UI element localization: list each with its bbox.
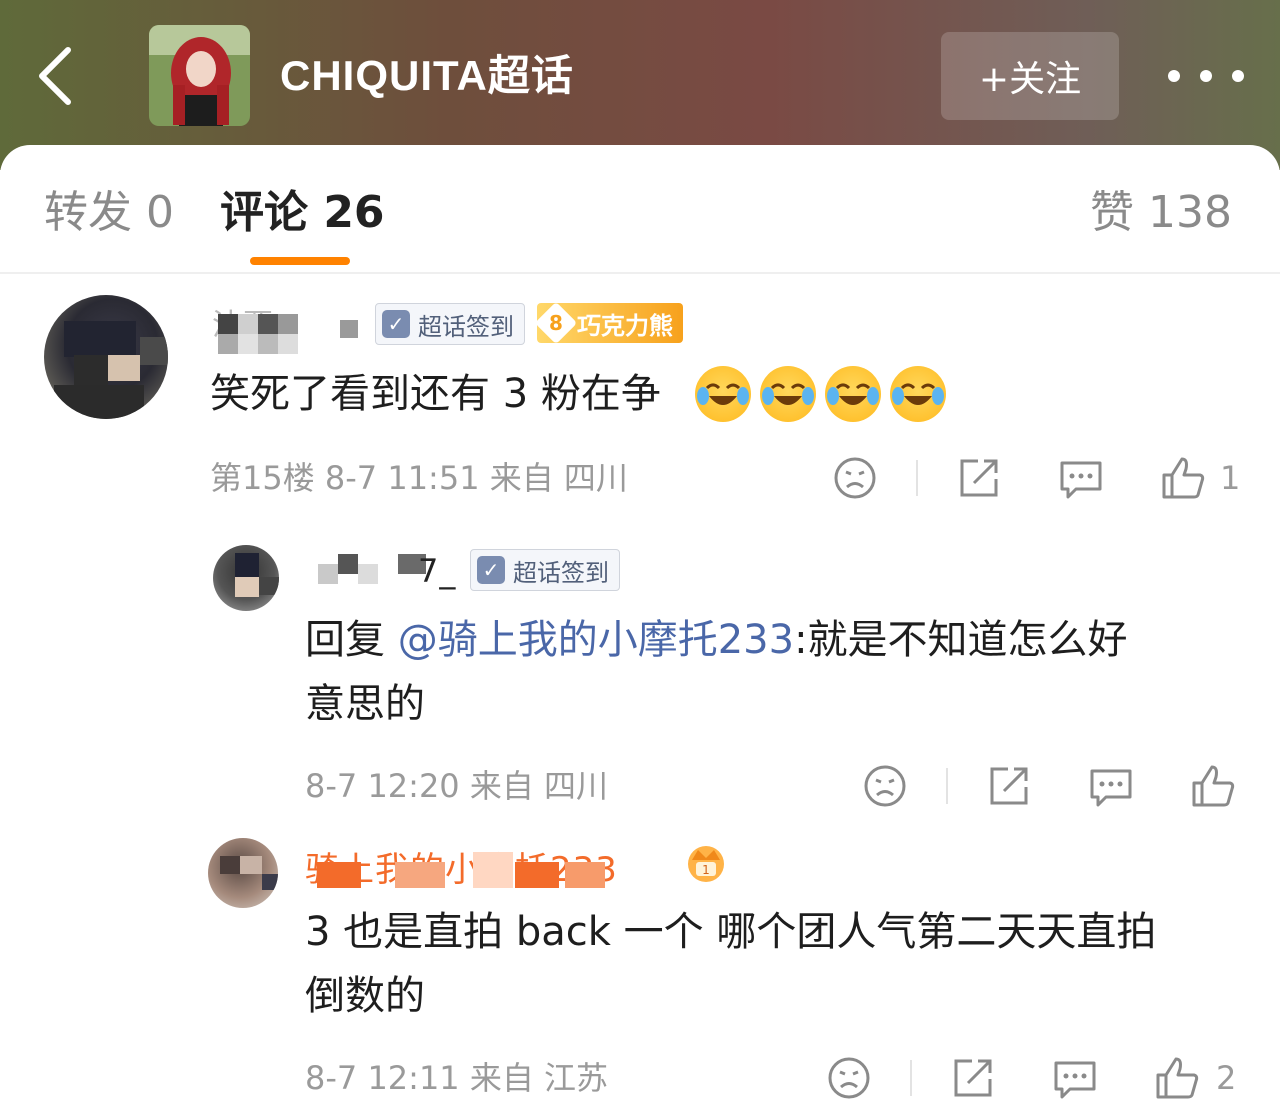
reply-text: 回复 @骑上我的小摩托233:就是不知道怎么好 意思的	[305, 617, 1128, 727]
back-arrow-icon	[39, 47, 71, 105]
like-icon[interactable]	[1160, 455, 1206, 501]
like-count: 2	[1216, 1059, 1237, 1097]
like-icon[interactable]	[1190, 763, 1236, 809]
laugh-cry-emoji-icon	[760, 366, 816, 422]
tab-like[interactable]: 赞 138	[1090, 185, 1232, 241]
tab-comment[interactable]: 评论 26	[220, 185, 385, 241]
super-topic-avatar[interactable]	[149, 25, 250, 126]
share-icon[interactable]	[950, 1055, 996, 1101]
more-dots-icon	[1168, 70, 1180, 82]
action-divider	[916, 460, 918, 496]
tab-repost[interactable]: 转发 0	[44, 185, 174, 241]
dislike-icon[interactable]	[832, 455, 878, 501]
reply-avatar[interactable]	[213, 545, 279, 611]
active-tab-indicator	[250, 257, 350, 265]
avatar-photo-icon	[54, 321, 168, 419]
back-button[interactable]	[30, 44, 78, 108]
dislike-icon[interactable]	[862, 763, 908, 809]
comment-text: 笑死了看到还有 3 粉在争	[210, 371, 661, 417]
laugh-cry-emoji-icon	[890, 366, 946, 422]
comment-meta: 第15楼 8-7 11:51 来自 四川	[210, 459, 628, 497]
share-icon[interactable]	[956, 455, 1002, 501]
page-title[interactable]: CHIQUITA超话	[280, 48, 574, 104]
share-icon[interactable]	[986, 763, 1032, 809]
reply-avatar[interactable]	[208, 838, 278, 908]
reply-icon[interactable]	[1058, 455, 1104, 501]
svg-text:1: 1	[702, 863, 710, 877]
action-divider	[946, 768, 948, 804]
crown-badge-icon[interactable]: 1	[684, 840, 728, 884]
more-button[interactable]	[1168, 52, 1244, 100]
tab-divider	[0, 272, 1280, 274]
reply-meta: 8-7 12:20 来自 四川	[305, 767, 609, 805]
username-mosaic	[218, 314, 358, 356]
checkin-badge[interactable]: ✓ 超话签到	[470, 549, 620, 591]
follow-button[interactable]: +关注	[941, 32, 1119, 120]
comment-avatar[interactable]	[44, 295, 168, 419]
avatar-photo-icon	[220, 856, 278, 890]
reply-meta: 8-7 12:11 来自 江苏	[305, 1059, 609, 1097]
checkin-badge[interactable]: ✓ 超话签到	[375, 303, 525, 345]
laugh-cry-emoji-icon	[695, 366, 751, 422]
check-icon: ✓	[382, 310, 410, 338]
mention-link[interactable]: @骑上我的小摩托233	[398, 617, 794, 663]
fan-level-badge[interactable]: 8 巧克力熊	[534, 301, 683, 345]
reply-text: 3 也是直拍 back 一个 哪个团人气第二天天直拍 倒数的	[305, 909, 1157, 1019]
avatar-photo-icon	[235, 553, 279, 597]
laugh-cry-emoji-icon	[825, 366, 881, 422]
fan-level-icon: 8	[534, 301, 578, 345]
profile-photo-icon	[149, 25, 250, 126]
like-count: 1	[1220, 459, 1241, 497]
dislike-icon[interactable]	[826, 1055, 872, 1101]
reply-icon[interactable]	[1052, 1055, 1098, 1101]
check-icon: ✓	[477, 556, 505, 584]
reply-icon[interactable]	[1088, 763, 1134, 809]
like-icon[interactable]	[1154, 1055, 1200, 1101]
action-divider	[910, 1060, 912, 1096]
reply-username[interactable]: 骑上我的小摩托233	[305, 842, 685, 890]
